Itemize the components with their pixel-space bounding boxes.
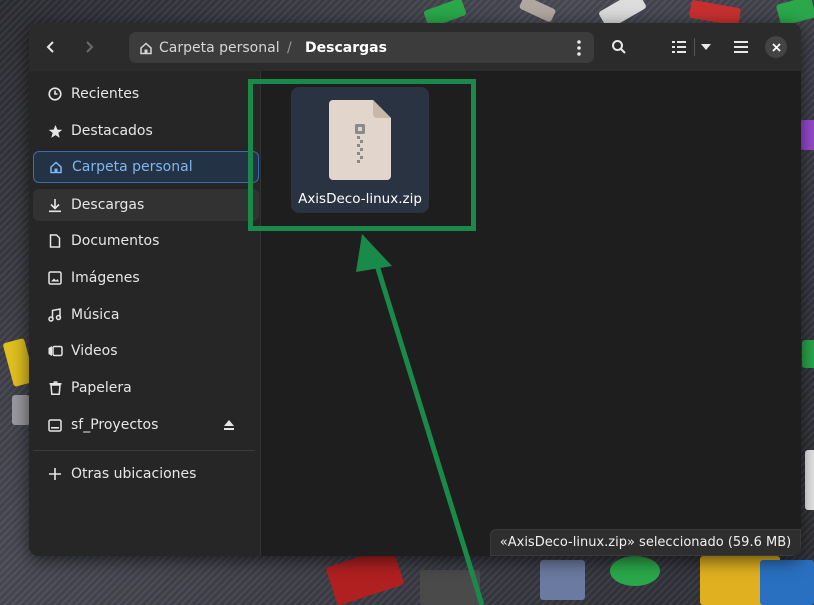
annotation-arrow [356, 234, 485, 605]
